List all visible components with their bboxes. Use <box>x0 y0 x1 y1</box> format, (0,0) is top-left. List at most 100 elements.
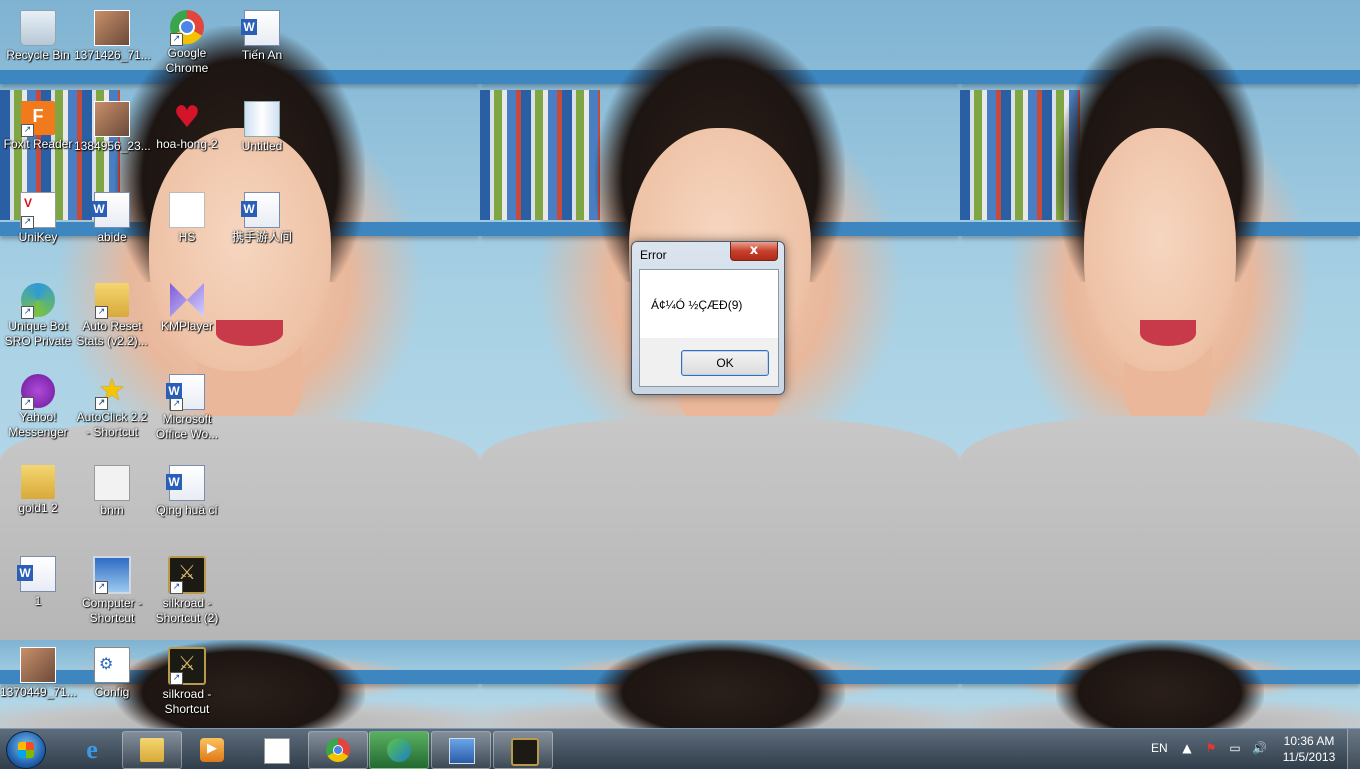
desktop-icon-hoa-hong[interactable]: ♥ hoa-hong-2 <box>149 95 225 181</box>
desktop-icon-label: Recycle Bin <box>6 48 70 62</box>
desktop-icon-config[interactable]: Config <box>74 641 150 727</box>
taskbar-download-manager[interactable] <box>369 731 429 769</box>
desktop: Recycle Bin 1371426_71... ↗ Google Chrom… <box>0 0 1360 728</box>
desktop-icon-recycle-bin[interactable]: Recycle Bin <box>0 4 76 90</box>
silkroad-icon <box>511 738 539 766</box>
desktop-icon-photo[interactable]: 1370449_71... <box>0 641 77 727</box>
internet-explorer-icon: e <box>86 735 98 764</box>
desktop-icon-label: 1371426_71... <box>74 48 151 62</box>
desktop-icon-label: gold1 2 <box>18 501 58 515</box>
desktop-icon-label: Foxit Reader <box>3 137 73 151</box>
desktop-icon-qing-hua-ci[interactable]: Qing huā cí <box>149 459 225 545</box>
show-hidden-icons-icon[interactable]: ▲ <box>1180 741 1194 755</box>
taskbar-windows-explorer[interactable] <box>122 731 182 769</box>
taskbar-media-player[interactable] <box>182 731 242 769</box>
word-document-icon <box>241 192 280 228</box>
desktop-icon-label: 1 <box>34 594 42 608</box>
desktop-icon-label: hoa-hong-2 <box>156 137 218 151</box>
desktop-icon-label: Config <box>94 685 130 699</box>
ok-button[interactable]: OK <box>681 350 769 376</box>
language-indicator[interactable]: EN <box>1151 729 1168 769</box>
remote-desktop-icon <box>449 738 475 764</box>
desktop-icon-auto-reset-stats[interactable]: ↗ Auto Reset Stats (v2.2)... <box>74 277 150 363</box>
clock-date: 11/5/2013 <box>1282 750 1336 764</box>
desktop-icon-label: Microsoft Office Wo... <box>155 412 219 441</box>
desktop-icon-untitled[interactable]: Untitled <box>224 95 300 181</box>
clock-time: 10:36 AM <box>1283 734 1335 748</box>
close-icon: x <box>749 243 759 258</box>
chrome-icon <box>326 738 350 762</box>
desktop-icon-kmplayer[interactable]: KMPlayer <box>149 277 225 363</box>
volume-icon[interactable]: 🔊 <box>1252 741 1267 755</box>
silkroad-icon: ↗ <box>168 556 206 594</box>
taskbar-internet-explorer[interactable]: e <box>62 731 122 769</box>
desktop-icon-unique-bot[interactable]: ↗ Unique Bot SRO Private <box>0 277 76 363</box>
error-dialog[interactable]: Error x Á¢¼Ó ½ÇÆÐ(9) OK <box>631 241 785 395</box>
desktop-icon-autoclick[interactable]: ★ ↗ AutoClick 2.2 - Shortcut <box>74 368 150 454</box>
clock[interactable]: 10:36 AM 11/5/2013 <box>1276 733 1342 765</box>
taskbar-unikey[interactable] <box>246 731 306 769</box>
taskbar: e EN ▲ ⚑ ▭ 🔊 10:36 AM 11/5/2013 <box>0 728 1360 769</box>
desktop-icon-photo[interactable]: 1384956_23... <box>74 95 151 181</box>
desktop-icon-label: Unique Bot SRO Private <box>4 319 72 348</box>
desktop-icon-label: 携手游人间 <box>231 230 292 244</box>
image-icon <box>169 192 205 228</box>
word-document-icon <box>241 10 280 46</box>
desktop-icon-gold-folder[interactable]: gold1 2 <box>0 459 76 545</box>
dialog-close-button[interactable]: x <box>730 242 778 261</box>
photo-icon <box>94 101 130 137</box>
desktop-icon-abide[interactable]: abide <box>74 186 150 272</box>
desktop-icon-google-chrome[interactable]: ↗ Google Chrome <box>149 4 225 90</box>
silkroad-icon: ↗ <box>168 647 206 685</box>
taskbar-remote-desktop[interactable] <box>431 731 491 769</box>
recycle-bin-icon <box>20 10 56 46</box>
desktop-icon-silkroad-shortcut[interactable]: ↗ silkroad - Shortcut <box>149 641 225 727</box>
desktop-icon-unikey[interactable]: ↗ UniKey <box>0 186 76 272</box>
desktop-icon-label: Computer - Shortcut <box>81 596 143 625</box>
desktop-icon-word-document[interactable]: Tiến An <box>224 4 300 90</box>
taskbar-google-chrome[interactable] <box>308 731 368 769</box>
desktop-icon-label: AutoClick 2.2 - Shortcut <box>76 410 148 439</box>
folder-shortcut-icon: ↗ <box>95 283 129 319</box>
desktop-icon-computer-shortcut[interactable]: ↗ Computer - Shortcut <box>74 550 150 636</box>
desktop-icon-label: KMPlayer <box>160 319 213 333</box>
photo-icon <box>94 10 130 46</box>
desktop-icon-microsoft-office-word[interactable]: ↗ Microsoft Office Wo... <box>149 368 225 454</box>
desktop-icon-label: Yahoo! Messenger <box>8 410 68 439</box>
desktop-icon-label: abide <box>97 230 127 244</box>
dialog-message: Á¢¼Ó ½ÇÆÐ(9) <box>651 298 743 312</box>
download-manager-icon <box>387 738 411 762</box>
dialog-message-area: Á¢¼Ó ½ÇÆÐ(9) <box>640 270 778 338</box>
desktop-icon-label: 1370449_71... <box>0 685 77 699</box>
desktop-icon-hs[interactable]: HS <box>149 186 225 272</box>
unique-bot-icon: ↗ <box>21 283 55 319</box>
start-button[interactable] <box>6 731 46 769</box>
desktop-icon-silkroad-shortcut-2[interactable]: ↗ silkroad - Shortcut (2) <box>149 550 225 636</box>
word-document-icon <box>166 465 205 501</box>
desktop-icon-document-1[interactable]: 1 <box>0 550 76 636</box>
desktop-icon-bnm[interactable]: bnm <box>74 459 150 545</box>
desktop-icon-foxit-reader[interactable]: ↗ Foxit Reader <box>0 95 76 181</box>
word-application-icon: ↗ <box>166 374 205 411</box>
wallpaper-tile <box>960 640 1360 728</box>
unikey-icon <box>264 738 290 764</box>
photo-icon <box>20 647 56 683</box>
rose-image-icon: ♥ <box>173 100 201 135</box>
autoclick-icon: ★ ↗ <box>95 374 129 410</box>
folder-icon <box>140 738 164 762</box>
desktop-icon-label: bnm <box>100 503 124 517</box>
desktop-icon-yahoo-messenger[interactable]: ↗ Yahoo! Messenger <box>0 368 76 454</box>
kmplayer-icon <box>170 283 204 317</box>
wallpaper-tile <box>480 640 960 728</box>
taskbar-silkroad[interactable] <box>493 731 553 769</box>
action-center-icon[interactable]: ⚑ <box>1204 741 1218 755</box>
desktop-icon-photo[interactable]: 1371426_71... <box>74 4 151 90</box>
network-icon[interactable]: ▭ <box>1228 741 1242 755</box>
image-icon <box>244 101 280 137</box>
desktop-icon-chinese-doc[interactable]: 携手游人间 <box>224 186 300 272</box>
desktop-icon-label: Tiến An <box>241 48 283 62</box>
desktop-icon-label: HS <box>178 230 196 244</box>
word-document-icon <box>17 556 56 592</box>
show-desktop-button[interactable] <box>1347 729 1360 769</box>
computer-icon: ↗ <box>93 556 131 594</box>
